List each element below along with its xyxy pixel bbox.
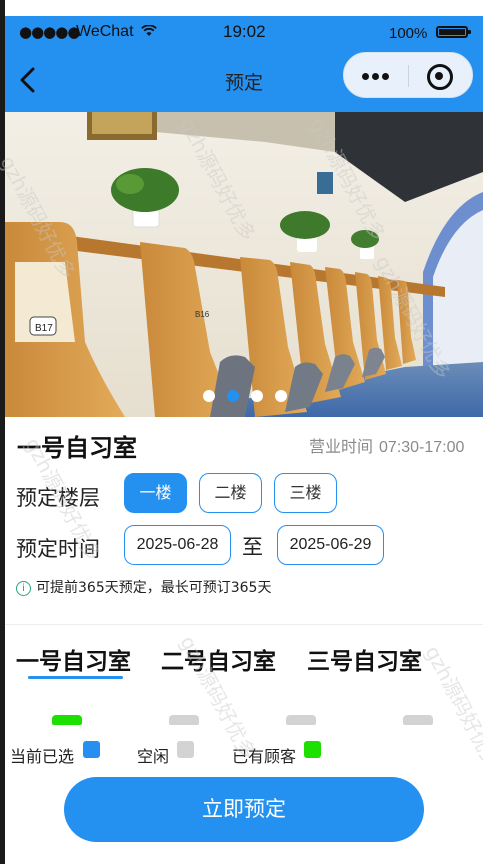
- legend-taken-swatch: [304, 741, 321, 758]
- seat-icon[interactable]: [169, 715, 199, 725]
- carousel-dot[interactable]: [251, 390, 263, 402]
- seat-icon[interactable]: [286, 715, 316, 725]
- mini-program-capsule: [343, 52, 473, 98]
- info-icon: i: [16, 581, 31, 596]
- battery-percent: 100%: [389, 25, 428, 42]
- top-margin: [0, 0, 483, 16]
- watermark: gzh源码好优多: [420, 641, 483, 774]
- floor-label: 预定楼层: [16, 486, 100, 510]
- floor-option-1[interactable]: 一楼: [124, 473, 187, 513]
- tab-room-3[interactable]: 三号自习室: [307, 642, 422, 676]
- room-name: 一号自习室: [17, 434, 137, 462]
- legend-free-swatch: [177, 741, 194, 758]
- floor-option-3[interactable]: 三楼: [274, 473, 337, 513]
- desk-tag-b16: B16: [195, 310, 210, 319]
- legend-selected-swatch: [83, 741, 100, 758]
- business-hours: 营业时间 07:30-17:00: [309, 433, 464, 457]
- time-label: 预定时间: [16, 537, 100, 561]
- tip-text: 可提前365天预定，最长可预订365天: [36, 580, 272, 596]
- seat-icon[interactable]: [52, 715, 82, 725]
- study-room-photo: B17 B16: [5, 112, 483, 417]
- hours-value: 07:30-17:00: [379, 439, 465, 456]
- tab-room-2[interactable]: 二号自习室: [161, 642, 276, 676]
- signal-icon: ●●●●●: [19, 23, 80, 41]
- clock: 19:02: [223, 22, 266, 41]
- divider: [5, 624, 483, 625]
- more-dots-icon: [362, 73, 369, 80]
- carousel-dot[interactable]: [203, 390, 215, 402]
- start-date-picker[interactable]: 2025-06-28: [124, 525, 231, 565]
- photo-carousel[interactable]: B17 B16: [5, 112, 483, 417]
- exit-button[interactable]: [424, 61, 454, 91]
- seat-icon[interactable]: [403, 715, 433, 725]
- capsule-divider: [408, 65, 409, 87]
- carousel-dot-active[interactable]: [227, 390, 239, 402]
- navigation-bar: 预定: [5, 48, 483, 112]
- legend-selected-label: 当前已选: [10, 747, 75, 766]
- active-tab-indicator: [28, 676, 123, 679]
- book-now-button[interactable]: 立即预定: [64, 777, 424, 842]
- hours-label: 营业时间: [309, 437, 374, 456]
- booking-tip: i 可提前365天预定，最长可预订365天: [16, 577, 271, 597]
- wifi-icon: [141, 25, 157, 36]
- more-button[interactable]: [354, 59, 398, 93]
- carrier-label: WeChat: [76, 23, 134, 40]
- legend-free-label: 空闲: [137, 747, 170, 766]
- desk-tag-b17: B17: [35, 323, 53, 334]
- battery-icon: [436, 26, 471, 38]
- carousel-dot[interactable]: [275, 390, 287, 402]
- date-range-separator: 至: [242, 535, 263, 559]
- tab-room-1[interactable]: 一号自习室: [16, 642, 131, 676]
- floor-option-2[interactable]: 二楼: [199, 473, 262, 513]
- end-date-picker[interactable]: 2025-06-29: [277, 525, 384, 565]
- legend-taken-label: 已有顾客: [232, 747, 297, 766]
- status-bar: ●●●●● WeChat 19:02 100%: [5, 16, 483, 48]
